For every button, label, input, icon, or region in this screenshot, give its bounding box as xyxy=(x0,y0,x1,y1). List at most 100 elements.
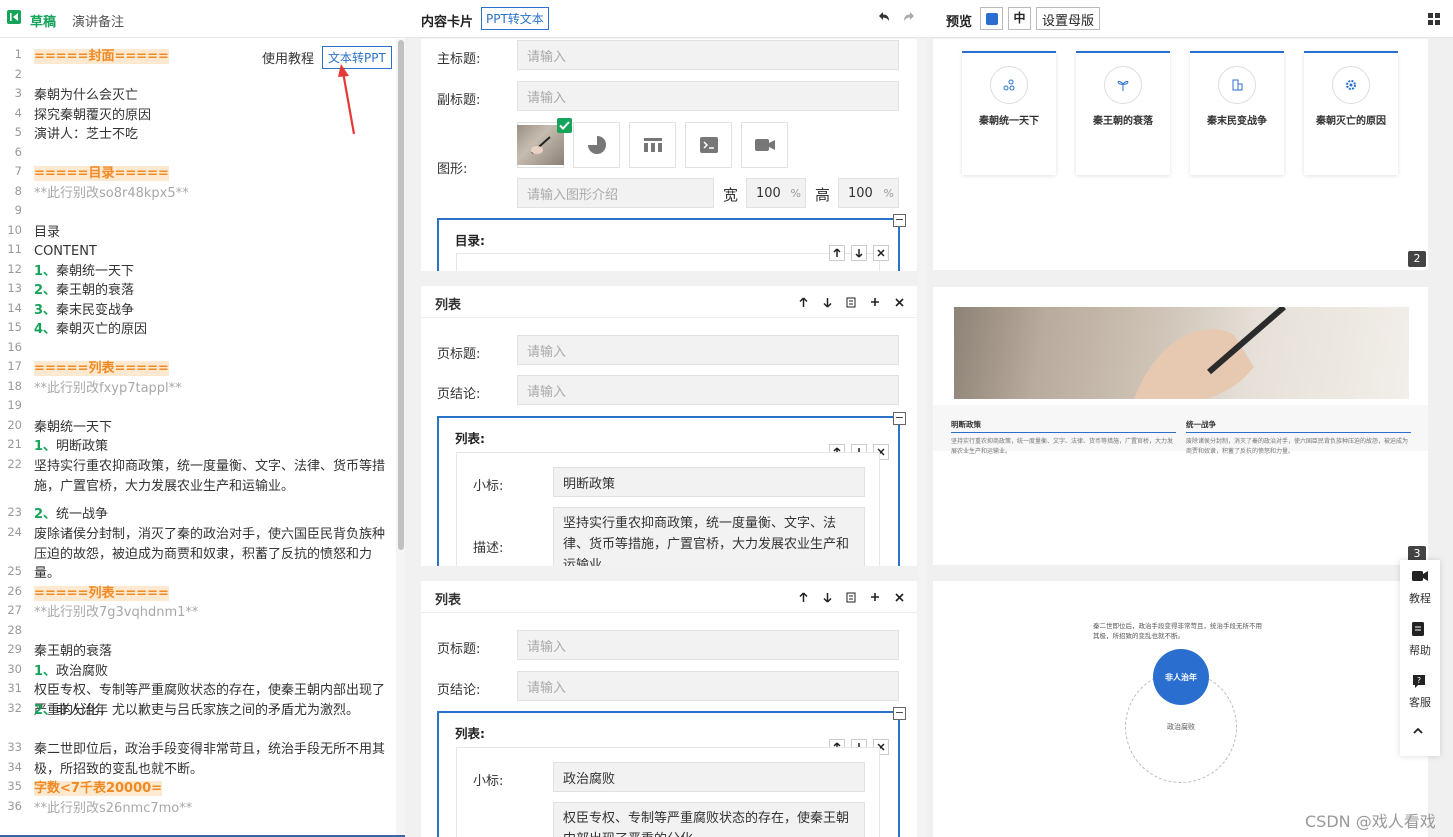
dock-help[interactable]: 帮助 xyxy=(1400,622,1440,658)
line-number: 2 xyxy=(14,67,22,81)
card-move-up-icon[interactable] xyxy=(795,294,811,310)
line-comment: **此行别改s26nmc7mo** xyxy=(34,801,193,816)
line-text: =====列表===== xyxy=(34,359,386,379)
draft-editor-panel: 草稿 演讲备注 1 =====封面===== 2 3 秦朝为什么会灭亡 4 探究秦朝覆灭的原… xyxy=(0,0,405,837)
list-number: 1、 xyxy=(34,264,57,279)
delete-icon[interactable] xyxy=(873,245,889,261)
line-text: 字数<7千表20000= xyxy=(34,779,386,799)
line-number: 17 xyxy=(7,359,22,373)
tutorial-link[interactable]: 使用教程 xyxy=(262,48,314,67)
line-segment: 非人治年 xyxy=(56,703,109,718)
pie-chart-option[interactable] xyxy=(573,122,620,168)
line-text: 1、秦朝统一天下 xyxy=(34,262,386,282)
page-title-input[interactable]: 请输入 xyxy=(517,335,899,365)
line-number: 25 xyxy=(7,564,22,578)
move-down-icon[interactable] xyxy=(851,245,867,261)
table-option[interactable] xyxy=(629,122,676,168)
line-segment: 秦王朝的衰落 xyxy=(34,644,113,659)
card-move-down-icon[interactable] xyxy=(819,589,835,605)
video-option[interactable] xyxy=(741,122,788,168)
card-close-icon[interactable] xyxy=(891,589,907,605)
line-segment: CONTENT xyxy=(34,244,97,259)
dock-tutorial[interactable]: 教程 xyxy=(1400,570,1440,606)
width-input[interactable]: 100% xyxy=(746,178,806,208)
card-layout-icon[interactable] xyxy=(843,589,859,605)
collapse-list-button[interactable]: − xyxy=(893,707,906,720)
preview-toolbar: 预览 中 设置母版 xyxy=(928,0,1453,38)
section-marker: =====封面===== xyxy=(34,49,169,64)
line-text: 废除诸侯分封制，消灭了秦的政治对手，使六国臣民背负族种压迫的故怨，被迫成为商贾和… xyxy=(34,525,386,584)
small-title-input[interactable]: 明断政策 xyxy=(553,467,865,497)
page-conclusion-input[interactable]: 请输入 xyxy=(517,375,899,405)
line-segment: 演讲人：芝士不吃 xyxy=(34,127,139,142)
line-text: 秦朝为什么会灭亡 xyxy=(34,86,386,106)
slide-preview-3[interactable]: 明断政策 坚持实行重农抑商政策，统一度量衡、文字、法律、货币等措施，广置官桥，大… xyxy=(933,287,1428,565)
redo-icon[interactable] xyxy=(902,10,916,24)
dock-tutorial-label: 教程 xyxy=(1409,592,1431,605)
list-box-2: 列表: 小标: 政治腐败 权臣专权、专制等严重腐败状态的存在，使秦王朝内部出现了… xyxy=(437,711,900,837)
dashed-circle-label: 政治腐败 xyxy=(1167,723,1195,731)
set-master-button[interactable]: 设置母版 xyxy=(1036,7,1101,30)
line-number: 21 xyxy=(7,437,22,451)
share-nodes-icon xyxy=(1003,79,1015,91)
collapse-list-button[interactable]: − xyxy=(893,412,906,425)
page-conclusion-label: 页结论: xyxy=(437,683,481,698)
scroll-top-button[interactable] xyxy=(1400,726,1440,746)
line-segment: 秦朝灭亡的原因 xyxy=(56,322,148,337)
collapse-toc-button[interactable]: − xyxy=(893,214,906,227)
card-move-up-icon[interactable] xyxy=(795,589,811,605)
line-text: 秦二世即位后，政治手段变得非常苛且，统治手段无所不用其极，所招致的变乱也就不断。 xyxy=(34,740,386,779)
card-add-icon[interactable] xyxy=(867,294,883,310)
toc-circle-1 xyxy=(990,66,1028,104)
gear-icon xyxy=(1346,80,1356,90)
page-conclusion-input[interactable]: 请输入 xyxy=(517,671,899,701)
line-number: 34 xyxy=(7,760,22,774)
line-text: **此行别改fxyp7tappl** xyxy=(34,379,386,399)
line-text: 坚持实行重农抑商政策，统一度量衡、文字、法律、货币等措施，广置官桥，大力发展农业… xyxy=(34,457,386,496)
graphic-intro-input[interactable]: 请输入图形介绍 xyxy=(517,178,714,208)
ppt-to-text-button[interactable]: PPT转文本 xyxy=(481,7,549,30)
cards-scrollbar[interactable] xyxy=(918,38,926,837)
line-number: 1 xyxy=(14,47,22,61)
collapse-panel-icon[interactable] xyxy=(7,10,21,24)
tab-draft[interactable]: 草稿 xyxy=(30,11,56,30)
line-number: 18 xyxy=(7,379,22,393)
card-move-down-icon[interactable] xyxy=(819,294,835,310)
undo-icon[interactable] xyxy=(877,10,891,24)
code-option[interactable] xyxy=(685,122,732,168)
text-editor[interactable]: 1 =====封面===== 2 3 秦朝为什么会灭亡 4 探究秦朝覆灭的原因 5 演讲人：芝士… xyxy=(0,39,396,837)
move-up-icon[interactable] xyxy=(829,245,845,261)
line-number: 35 xyxy=(7,779,22,793)
preview-size-button[interactable]: 中 xyxy=(1008,7,1031,30)
theme-color-button[interactable] xyxy=(980,7,1003,30)
line-text: CONTENT xyxy=(34,242,386,262)
grid-view-icon[interactable] xyxy=(1428,13,1440,25)
tab-speaker-notes[interactable]: 演讲备注 xyxy=(72,11,124,30)
svg-text:?: ? xyxy=(1417,676,1421,685)
main-title-input[interactable]: 请输入 xyxy=(517,40,899,70)
editor-scrollbar-thumb[interactable] xyxy=(398,40,404,550)
line-text: **此行别改7g3vqhdnm1** xyxy=(34,603,386,623)
chevron-up-icon xyxy=(1412,726,1428,740)
card-add-icon[interactable] xyxy=(867,589,883,605)
height-input[interactable]: 100% xyxy=(838,178,899,208)
list-box-1: 列表: 小标: 明断政策 描述: 坚持实行重农抑商政策，统一度量衡、文字、法律、… xyxy=(437,416,900,566)
description-textarea[interactable]: 权臣专权、专制等严重腐败状态的存在，使秦王朝内部出现了严重的分化 xyxy=(553,802,865,837)
page-title-input[interactable]: 请输入 xyxy=(517,630,899,660)
card-close-icon[interactable] xyxy=(891,294,907,310)
slide-preview-4[interactable]: 秦二世即位后，政治手段变得非常苛且，统治手段无所不用其极，所招致的变乱也就不断。… xyxy=(933,581,1428,837)
description-textarea[interactable]: 坚持实行重农抑商政策，统一度量衡、文字、法律、货币等措施，广置官桥，大力发展农业… xyxy=(553,507,865,566)
list-number: 2、 xyxy=(34,703,57,718)
line-number: 29 xyxy=(7,642,22,656)
main-title-label: 主标题: xyxy=(437,52,481,67)
slide-col2-text: 废除诸侯分封制，消灭了秦的政治对手，使六国臣民背负族种压迫的故怨，被迫成为商贾和… xyxy=(1186,438,1409,455)
small-title-input[interactable]: 政治腐败 xyxy=(553,762,865,792)
subtitle-input[interactable]: 请输入 xyxy=(517,81,899,111)
list-number: 3、 xyxy=(34,303,57,318)
slide-preview-2[interactable]: 秦朝统一天下 秦王朝的衰落 秦末民变战争 秦朝灭亡的原因 2 xyxy=(933,39,1428,270)
height-label: 高 xyxy=(815,186,831,204)
line-number: 27 xyxy=(7,603,22,617)
toc-card-label: 秦朝统一天下 xyxy=(979,116,1039,127)
card-layout-icon[interactable] xyxy=(843,294,859,310)
dock-service[interactable]: ? 客服 xyxy=(1400,674,1440,710)
